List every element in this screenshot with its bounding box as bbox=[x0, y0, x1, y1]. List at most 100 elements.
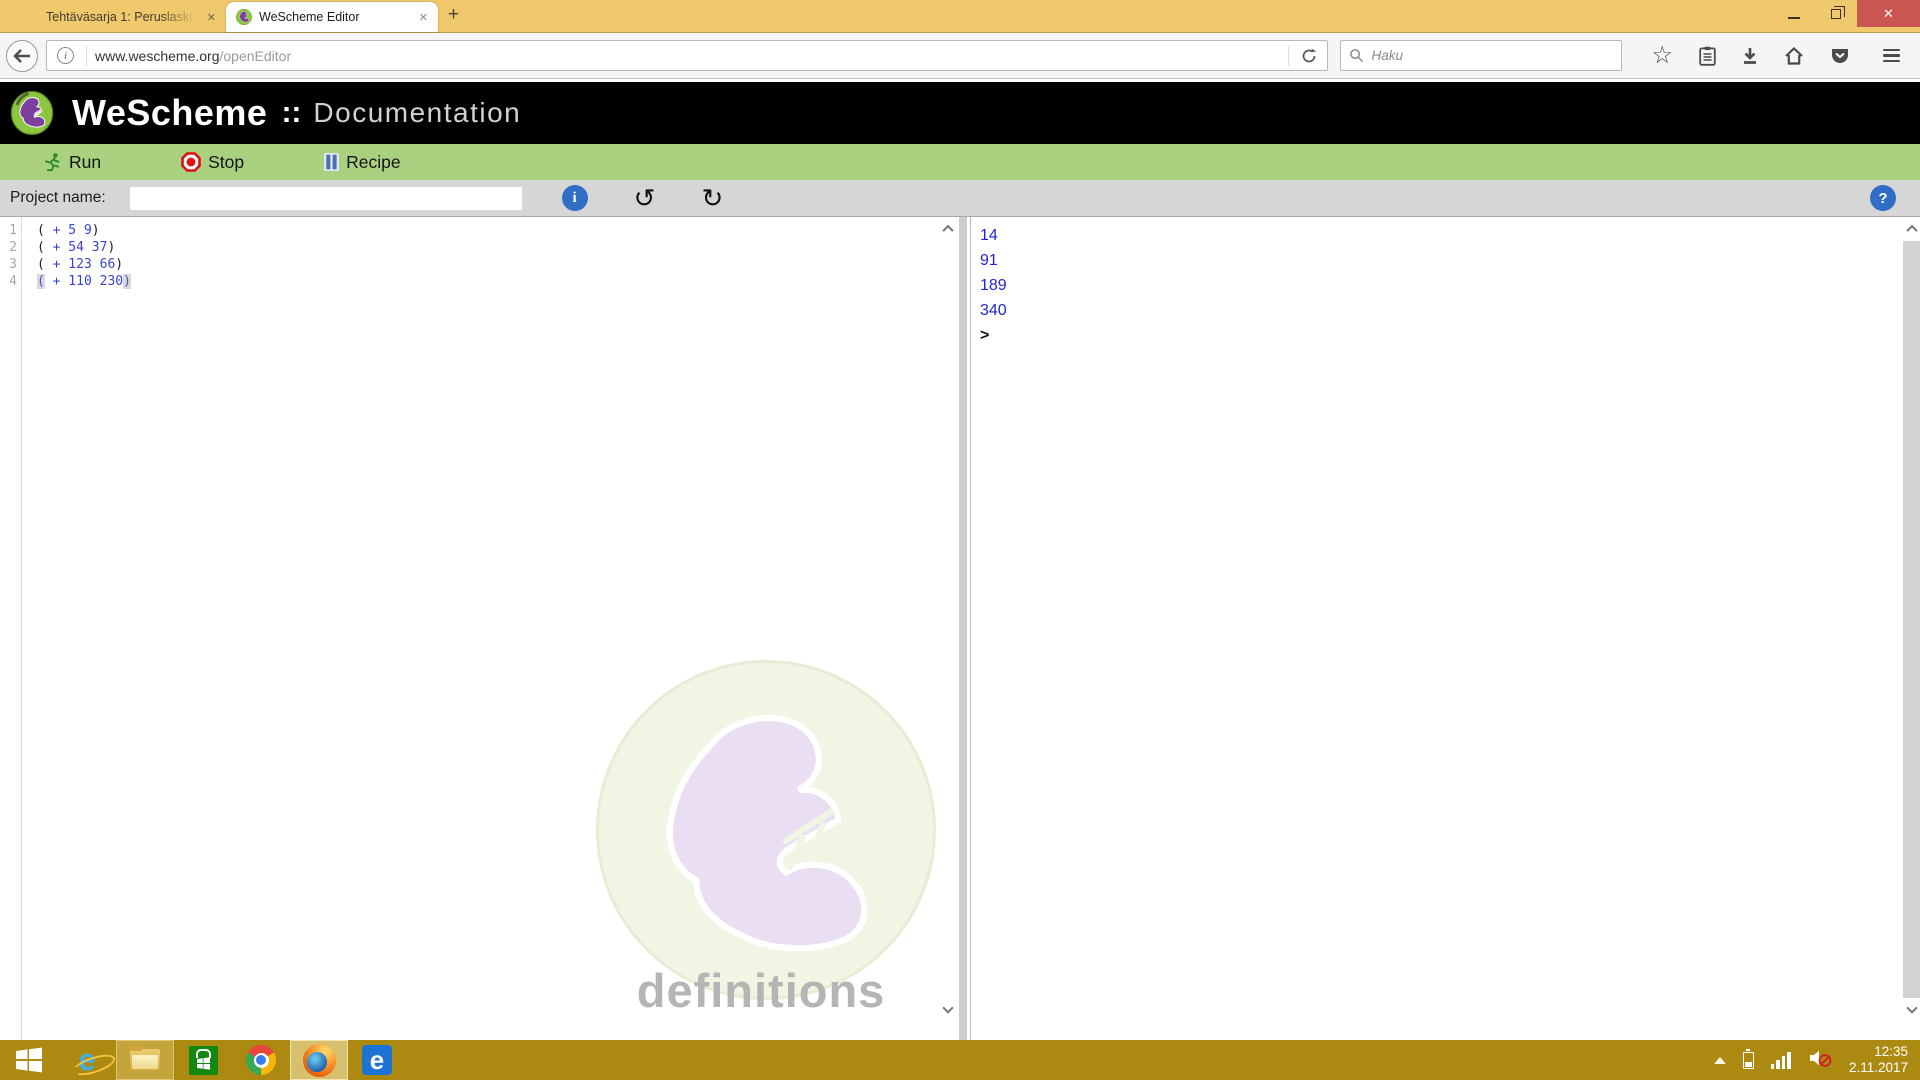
recipe-label: Recipe bbox=[346, 152, 400, 173]
divider bbox=[1288, 46, 1289, 66]
taskbar-file-explorer[interactable] bbox=[116, 1040, 174, 1080]
minimize-icon bbox=[1788, 17, 1800, 19]
interactions-output: 1491189340 bbox=[980, 223, 1903, 323]
reading-list-icon[interactable] bbox=[1699, 46, 1716, 66]
run-label: Run bbox=[69, 152, 101, 173]
taskbar-firefox[interactable] bbox=[290, 1040, 348, 1080]
restore-icon bbox=[1831, 9, 1841, 19]
tab-title: WeScheme Editor bbox=[259, 10, 411, 24]
project-name-input[interactable] bbox=[130, 187, 522, 210]
search-input[interactable] bbox=[1371, 48, 1613, 63]
wescheme-page: WeScheme :: Documentation Run Stop Recip… bbox=[0, 79, 1920, 1040]
firefox-icon bbox=[303, 1044, 336, 1077]
interactions-scrollbar[interactable] bbox=[1903, 217, 1920, 1040]
line-number: 2 bbox=[0, 239, 17, 256]
file-explorer-icon bbox=[130, 1049, 160, 1071]
scroll-up-icon[interactable] bbox=[1903, 217, 1920, 241]
url-bar[interactable]: i www.wescheme.org/openEditor bbox=[46, 40, 1328, 71]
windows-logo-icon bbox=[16, 1047, 42, 1073]
start-button[interactable] bbox=[0, 1040, 58, 1080]
url-text: www.wescheme.org/openEditor bbox=[95, 48, 1280, 64]
reload-icon bbox=[1301, 48, 1317, 64]
home-icon[interactable] bbox=[1784, 47, 1804, 65]
clock-date: 2.11.2017 bbox=[1849, 1060, 1908, 1076]
screen: Tehtäväsarja 1: Peruslaskutoi ✕ WeScheme… bbox=[0, 0, 1920, 1080]
menu-hamburger-icon[interactable] bbox=[1883, 49, 1900, 63]
code-line[interactable]: ( + 123 66) bbox=[37, 256, 939, 273]
undo-icon[interactable]: ↺ bbox=[634, 185, 656, 211]
wescheme-header: WeScheme :: Documentation bbox=[0, 82, 1920, 144]
project-name-label: Project name: bbox=[10, 189, 106, 207]
tab-active[interactable]: WeScheme Editor ✕ bbox=[226, 2, 438, 32]
taskbar-windows-store[interactable] bbox=[174, 1040, 232, 1080]
new-tab-button[interactable]: + bbox=[438, 2, 471, 32]
taskbar-edge[interactable]: e bbox=[348, 1040, 406, 1080]
edge-icon: e bbox=[362, 1045, 392, 1075]
info-button[interactable]: i bbox=[562, 185, 588, 211]
tray-expand-icon[interactable] bbox=[1714, 1057, 1726, 1064]
scroll-down-icon[interactable] bbox=[1903, 998, 1920, 1040]
network-signal-icon[interactable] bbox=[1771, 1052, 1791, 1069]
stop-icon bbox=[181, 152, 201, 172]
url-path: /openEditor bbox=[220, 48, 292, 64]
project-name-row: Project name: i ↺ ↻ ? bbox=[0, 180, 1920, 217]
definitions-scrollbar[interactable] bbox=[939, 217, 956, 1040]
site-info-icon[interactable]: i bbox=[57, 47, 74, 64]
tab-close-icon[interactable]: ✕ bbox=[207, 11, 216, 24]
code-line[interactable]: ( + 5 9) bbox=[37, 222, 939, 239]
wescheme-toolbar: Run Stop Recipe bbox=[0, 144, 1920, 180]
tab-title: Tehtäväsarja 1: Peruslaskutoi bbox=[46, 10, 199, 24]
wescheme-logo-icon[interactable] bbox=[10, 87, 54, 139]
repl-prompt[interactable]: > bbox=[980, 323, 1903, 348]
output-value: 340 bbox=[980, 298, 1903, 323]
reload-button[interactable] bbox=[1301, 48, 1317, 64]
recipe-button[interactable]: Recipe bbox=[324, 152, 400, 173]
divider bbox=[86, 46, 87, 66]
pocket-icon[interactable] bbox=[1830, 46, 1850, 66]
taskbar-clock[interactable]: 12:35 2.11.2017 bbox=[1849, 1044, 1908, 1076]
stop-label: Stop bbox=[208, 152, 244, 173]
run-button[interactable]: Run bbox=[42, 152, 101, 173]
help-button[interactable]: ? bbox=[1870, 185, 1896, 211]
window-minimize-button[interactable] bbox=[1773, 0, 1815, 27]
run-icon bbox=[42, 152, 62, 172]
editor-code[interactable]: ( + 5 9)( + 54 37)( + 123 66)( + 110 230… bbox=[22, 217, 939, 1040]
output-value: 91 bbox=[980, 248, 1903, 273]
scrollbar-thumb[interactable] bbox=[1903, 241, 1920, 998]
browser-navbar: i www.wescheme.org/openEditor ☆ bbox=[0, 33, 1920, 79]
pane-divider[interactable] bbox=[959, 217, 967, 1040]
window-controls: ✕ bbox=[1773, 0, 1920, 27]
redo-icon[interactable]: ↻ bbox=[701, 185, 723, 211]
back-button[interactable] bbox=[6, 40, 38, 72]
window-close-button[interactable]: ✕ bbox=[1857, 0, 1920, 27]
interactions-pane[interactable]: 1491189340 > bbox=[970, 217, 1920, 1040]
scroll-down-icon[interactable] bbox=[939, 998, 956, 1040]
volume-muted-icon[interactable] bbox=[1808, 1048, 1832, 1073]
stop-button[interactable]: Stop bbox=[181, 152, 244, 173]
line-number: 4 bbox=[0, 273, 17, 290]
url-host: www.wescheme.org bbox=[95, 48, 220, 64]
downloads-icon[interactable] bbox=[1742, 47, 1758, 65]
definitions-pane[interactable]: 1234 ( + 5 9)( + 54 37)( + 123 66)( + 11… bbox=[0, 217, 956, 1040]
search-icon bbox=[1349, 48, 1364, 63]
back-arrow-icon bbox=[13, 49, 31, 63]
scroll-up-icon[interactable] bbox=[939, 217, 956, 241]
taskbar-internet-explorer[interactable]: e bbox=[58, 1040, 116, 1080]
wescheme-favicon-icon bbox=[236, 9, 252, 25]
bookmark-star-icon[interactable]: ☆ bbox=[1651, 46, 1673, 66]
page-title: Documentation bbox=[313, 97, 521, 129]
brand-title: WeScheme bbox=[72, 92, 267, 134]
tab-inactive[interactable]: Tehtäväsarja 1: Peruslaskutoi ✕ bbox=[36, 2, 226, 32]
editor-split: 1234 ( + 5 9)( + 54 37)( + 123 66)( + 11… bbox=[0, 217, 1920, 1040]
chrome-icon bbox=[246, 1045, 276, 1075]
recipe-icon bbox=[324, 153, 339, 171]
interactions-content[interactable]: 1491189340 > bbox=[971, 217, 1903, 1040]
tab-close-icon[interactable]: ✕ bbox=[419, 11, 428, 24]
code-line[interactable]: ( + 54 37) bbox=[37, 239, 939, 256]
window-restore-button[interactable] bbox=[1815, 0, 1857, 27]
battery-icon[interactable] bbox=[1743, 1052, 1754, 1069]
brand-separator: :: bbox=[281, 96, 301, 130]
search-box[interactable] bbox=[1340, 40, 1622, 71]
taskbar-chrome[interactable] bbox=[232, 1040, 290, 1080]
code-line[interactable]: ( + 110 230) bbox=[37, 273, 939, 290]
